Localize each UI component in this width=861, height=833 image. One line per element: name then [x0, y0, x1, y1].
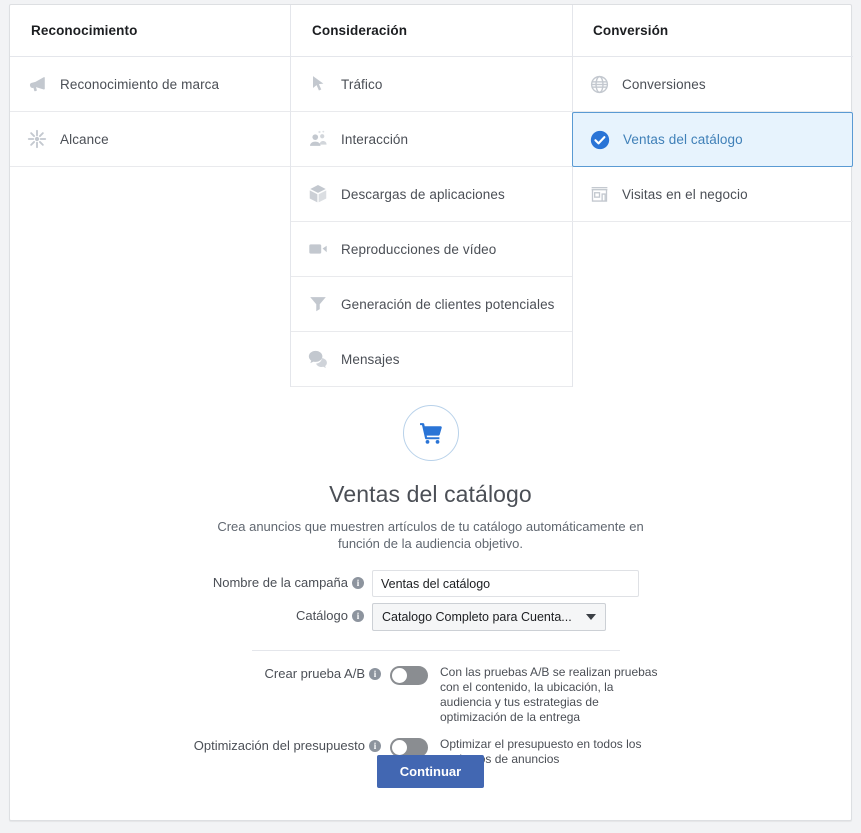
objective-item-conversiones[interactable]: Conversiones: [572, 57, 853, 112]
campaign-name-label-text: Nombre de la campaña: [212, 575, 348, 590]
info-icon[interactable]: i: [352, 577, 364, 589]
objective-item-label: Ventas del catálogo: [623, 132, 743, 147]
objective-item-label: Alcance: [60, 131, 109, 147]
ab-test-row: Crear prueba A/B i Con las pruebas A/B se…: [10, 665, 851, 725]
objective-item-label: Mensajes: [341, 351, 400, 367]
megaphone-icon: [24, 71, 50, 97]
campaign-name-control: [372, 570, 851, 597]
objective-item-generacion-de-clientes-potenciales[interactable]: Generación de clientes potenciales: [291, 277, 572, 332]
catalog-row: Catálogo i Catalogo Completo para Cuenta.…: [10, 603, 851, 631]
ab-test-toggle[interactable]: [390, 666, 428, 685]
objective-item-label: Descargas de aplicaciones: [341, 186, 505, 202]
ab-test-label: Crear prueba A/B i: [10, 665, 390, 681]
objective-column-conversion: Conversión Conversiones Ventas del catál…: [572, 5, 853, 384]
catalog-label: Catálogo i: [10, 603, 372, 623]
catalog-label-text: Catálogo: [295, 608, 348, 623]
campaign-objective-card: Reconocimiento Reconocimiento de marca A…: [9, 4, 853, 821]
catalog-dropdown[interactable]: Catalogo Completo para Cuenta...: [372, 603, 606, 631]
ab-test-help-text: Con las pruebas A/B se realizan pruebas …: [440, 665, 658, 724]
budget-optimization-label-text: Optimización del presupuesto: [193, 738, 365, 753]
continue-button[interactable]: Continuar: [376, 755, 485, 788]
objective-item-alcance[interactable]: Alcance: [10, 112, 291, 167]
info-icon[interactable]: i: [369, 668, 381, 680]
globe-icon: [586, 71, 612, 97]
catalog-control: Catalogo Completo para Cuenta...: [372, 603, 851, 631]
toggle-knob: [392, 668, 407, 683]
reach-burst-icon: [24, 126, 50, 152]
ab-test-label-text: Crear prueba A/B: [264, 666, 365, 681]
campaign-name-label: Nombre de la campaña i: [10, 570, 372, 590]
objective-item-reconocimiento-de-marca[interactable]: Reconocimiento de marca: [10, 57, 291, 112]
objective-item-visitas-en-el-negocio[interactable]: Visitas en el negocio: [572, 167, 853, 222]
objective-item-interaccion[interactable]: Interacción: [291, 112, 572, 167]
toggle-knob: [392, 740, 407, 755]
objective-column-consideracion: Consideración Tráfico Interacción Descar…: [290, 5, 573, 387]
objective-column-reconocimiento: Reconocimiento Reconocimiento de marca A…: [10, 5, 291, 384]
cursor-icon: [305, 71, 331, 97]
column-filler: [572, 222, 853, 384]
objective-item-label: Visitas en el negocio: [622, 186, 748, 202]
catalog-selected-value: Catalogo Completo para Cuenta...: [382, 610, 572, 624]
objective-item-trafico[interactable]: Tráfico: [291, 57, 572, 112]
storefront-icon: [586, 181, 612, 207]
campaign-name-row: Nombre de la campaña i: [10, 570, 851, 597]
objective-hero: Ventas del catálogo Crea anuncios que mu…: [10, 405, 851, 552]
info-icon[interactable]: i: [369, 740, 381, 752]
column-filler: [10, 167, 291, 384]
objective-item-descargas-de-aplicaciones[interactable]: Descargas de aplicaciones: [291, 167, 572, 222]
objective-item-reproducciones-de-video[interactable]: Reproducciones de vídeo: [291, 222, 572, 277]
objective-item-label: Reproducciones de vídeo: [341, 241, 497, 257]
campaign-form: Nombre de la campaña i Catálogo i Catalogo…: [10, 570, 851, 788]
column-title-reconocimiento: Reconocimiento: [10, 5, 291, 57]
objective-item-label: Reconocimiento de marca: [60, 76, 220, 92]
objective-item-label: Generación de clientes potenciales: [341, 296, 555, 312]
objective-columns: Reconocimiento Reconocimiento de marca A…: [10, 5, 853, 387]
video-camera-icon: [305, 236, 331, 262]
column-title-consideracion: Consideración: [291, 5, 572, 57]
hero-title: Ventas del catálogo: [329, 481, 532, 507]
info-icon[interactable]: i: [352, 610, 364, 622]
objective-item-label: Conversiones: [622, 76, 706, 92]
objective-item-mensajes[interactable]: Mensajes: [291, 332, 572, 387]
check-circle-icon: [587, 127, 613, 153]
chat-bubbles-icon: [305, 346, 331, 372]
people-icon: [305, 126, 331, 152]
objective-item-label: Interacción: [341, 131, 409, 147]
shopping-cart-icon: [402, 405, 459, 461]
campaign-name-input[interactable]: [372, 570, 639, 597]
funnel-icon: [305, 291, 331, 317]
objective-item-ventas-del-catalogo[interactable]: Ventas del catálogo: [572, 112, 853, 167]
budget-optimization-label: Optimización del presupuesto i: [10, 737, 390, 753]
column-title-conversion: Conversión: [572, 5, 853, 57]
app-box-icon: [305, 181, 331, 207]
caret-down-icon: [585, 614, 596, 620]
continue-button-wrap: Continuar: [10, 755, 851, 788]
page-root: Reconocimiento Reconocimiento de marca A…: [0, 0, 861, 833]
objective-item-label: Tráfico: [341, 76, 383, 92]
form-divider: [252, 650, 620, 651]
hero-description: Crea anuncios que muestren artículos de …: [217, 519, 644, 551]
